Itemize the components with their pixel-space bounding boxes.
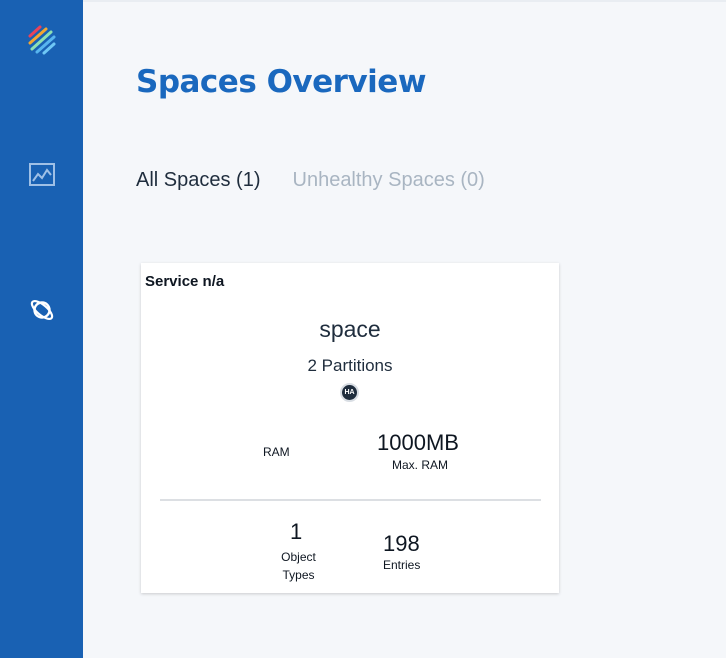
card-divider: [160, 499, 541, 501]
sidebar: [0, 0, 83, 658]
max-ram-value: 1000MB: [377, 430, 459, 455]
object-types-value: 1: [290, 519, 303, 544]
partitions-count: 2 Partitions: [307, 356, 393, 375]
tab-all-spaces[interactable]: All Spaces (1): [136, 169, 261, 192]
service-label: Service n/a: [145, 273, 225, 290]
max-ram-label: Max. RAM: [392, 458, 449, 472]
tab-bar: All Spaces (1) Unhealthy Spaces (0): [136, 169, 485, 192]
nav-spaces[interactable]: [0, 296, 83, 329]
planet-icon: [28, 296, 56, 329]
entries-label: Entries: [383, 558, 421, 572]
ram-label: RAM: [263, 445, 290, 459]
entries-value: 198: [383, 531, 420, 556]
chart-icon: [28, 161, 56, 194]
page-title: Spaces Overview: [136, 64, 426, 100]
space-name: space: [319, 316, 381, 342]
top-border: [83, 0, 726, 2]
object-types-label: Object Types: [281, 550, 316, 582]
space-card[interactable]: Service n/a space 2 Partitions HA RAM 10…: [141, 263, 559, 593]
ha-badge: HA: [340, 383, 359, 402]
nav-dashboard[interactable]: [0, 161, 83, 194]
tab-unhealthy-spaces[interactable]: Unhealthy Spaces (0): [293, 169, 485, 192]
stripes-logo-icon[interactable]: [0, 24, 83, 56]
